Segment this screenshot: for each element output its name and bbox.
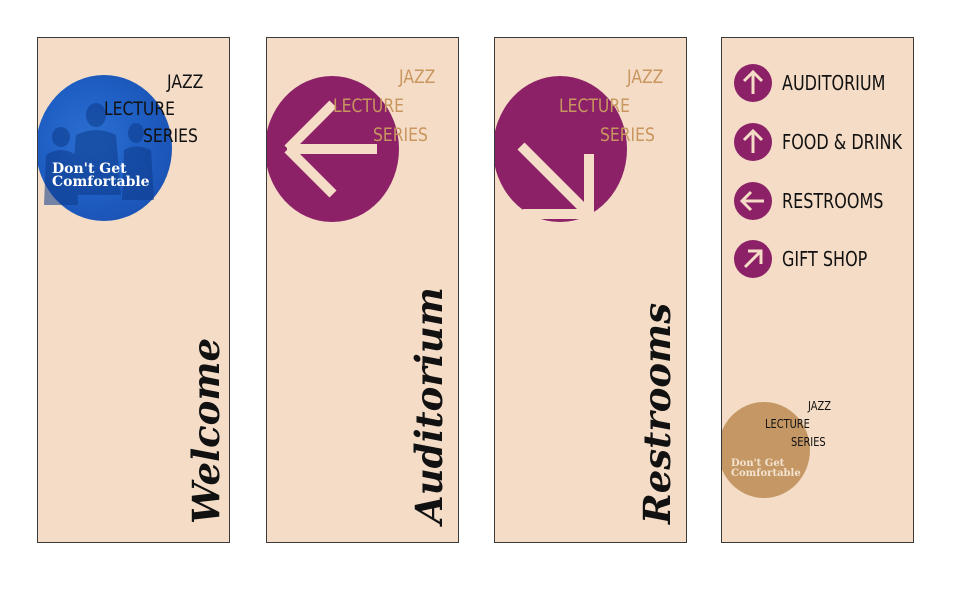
arrow-up-right-icon — [734, 240, 772, 278]
restrooms-banner: JAZZ LECTURE SERIES Restrooms — [494, 37, 687, 543]
welcome-banner: JAZZ LECTURE SERIES Don't Get Comfortabl… — [37, 37, 230, 543]
directory-item-food-drink: FOOD & DRINK — [734, 122, 913, 162]
directory-label: FOOD & DRINK — [782, 130, 902, 154]
panel-title-restrooms: Restrooms — [635, 302, 679, 524]
panel-title-auditorium: Auditorium — [407, 287, 451, 524]
logo-series: SERIES — [143, 125, 198, 147]
auditorium-banner: JAZZ LECTURE SERIES Auditorium — [266, 37, 459, 543]
directory-label: GIFT SHOP — [782, 247, 868, 271]
jazz-photo-circle — [38, 75, 172, 221]
directory-label: AUDITORIUM — [782, 71, 886, 95]
logo-series: SERIES — [373, 124, 428, 146]
arrow-up-icon — [734, 64, 772, 102]
logo-lecture: LECTURE — [559, 95, 630, 117]
musicians-silhouette — [44, 103, 154, 205]
tagline-line2: Comfortable — [731, 467, 801, 479]
logo-jazz: JAZZ — [399, 66, 436, 88]
logo-lecture: LECTURE — [765, 417, 810, 431]
logo-series: SERIES — [791, 435, 826, 449]
directory-banner: AUDITORIUM FOOD & DRINK RESTROOMS GIFT S… — [721, 37, 914, 543]
directory-item-auditorium: AUDITORIUM — [734, 63, 911, 103]
logo-lecture: LECTURE — [333, 95, 404, 117]
logo-lecture: LECTURE — [104, 98, 175, 120]
directory-item-restrooms: RESTROOMS — [734, 181, 909, 221]
directory-label: RESTROOMS — [782, 189, 884, 213]
logo-jazz: JAZZ — [167, 71, 204, 93]
tagline-line2: Comfortable — [52, 174, 150, 191]
logo-jazz: JAZZ — [808, 399, 831, 413]
logo-tagline: Don't Get Comfortable — [731, 459, 801, 478]
directory-item-gift-shop: GIFT SHOP — [734, 239, 889, 279]
arrow-up-icon — [734, 123, 772, 161]
panel-title-welcome: Welcome — [184, 337, 228, 524]
logo-series: SERIES — [600, 124, 655, 146]
logo-tagline: Don't Get Comfortable — [52, 162, 150, 191]
arrow-left-icon — [734, 182, 772, 220]
logo-jazz: JAZZ — [627, 66, 664, 88]
